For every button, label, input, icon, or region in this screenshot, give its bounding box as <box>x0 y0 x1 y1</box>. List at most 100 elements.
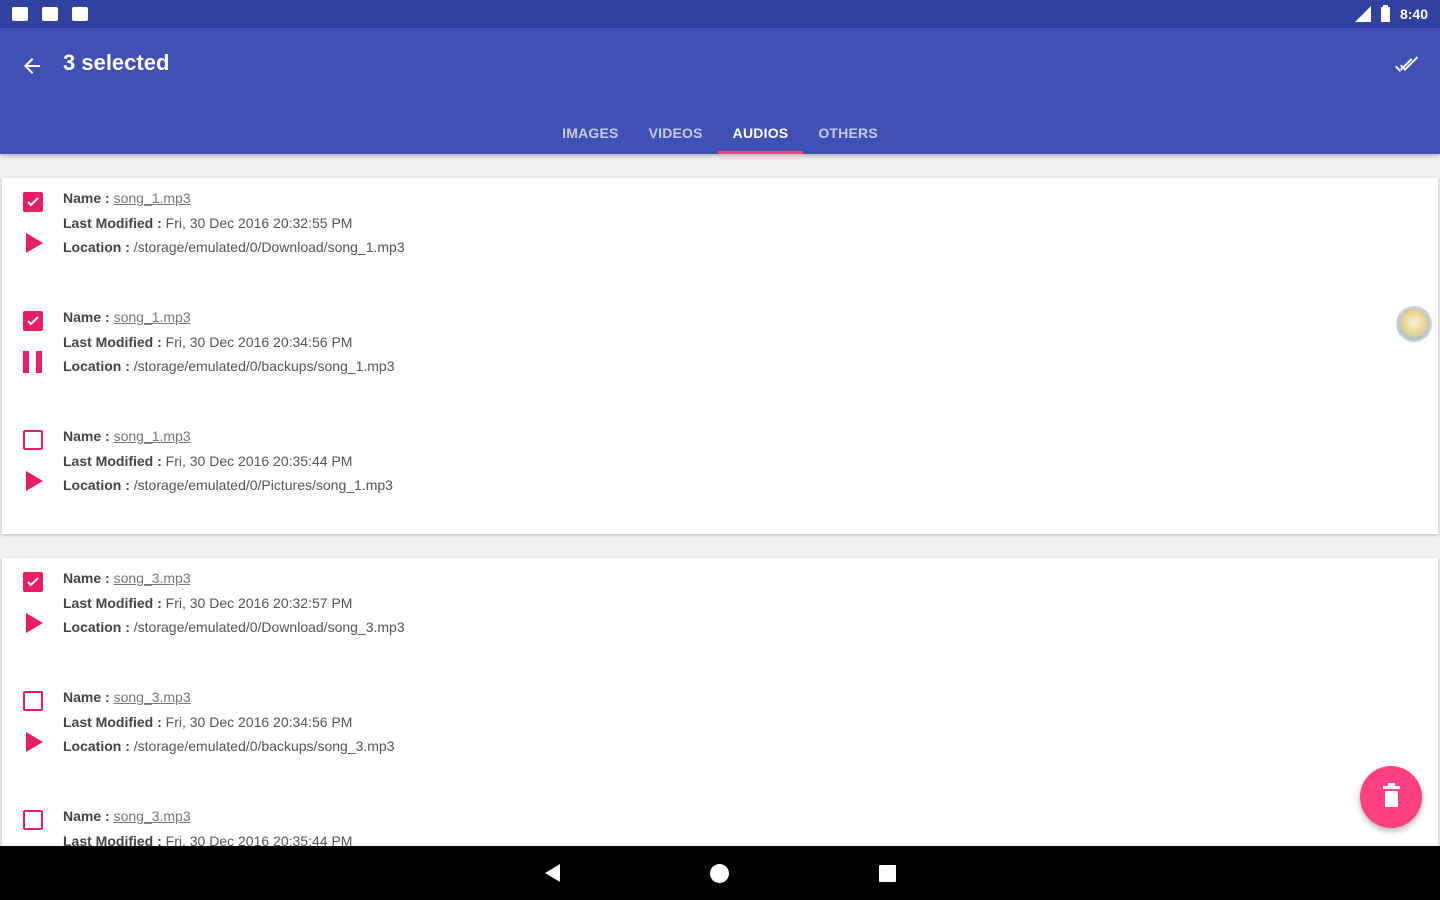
tab-images[interactable]: IMAGES <box>547 112 633 154</box>
file-name-label: Name : <box>63 190 110 206</box>
check-icon <box>27 577 39 587</box>
file-last-modified-line: Last Modified : Fri, 30 Dec 2016 20:32:5… <box>63 211 405 236</box>
navigation-bar <box>0 846 1440 900</box>
file-last-modified-value: Fri, 30 Dec 2016 20:34:56 PM <box>165 333 353 350</box>
file-name-value[interactable]: song_1.mp3 <box>114 190 191 206</box>
list-item[interactable]: Name : song_1.mp3 Last Modified : Fri, 30… <box>2 416 1438 535</box>
file-location-line: Location : /storage/emulated/0/Pictures/… <box>63 473 393 498</box>
play-icon[interactable] <box>26 471 43 491</box>
file-location-line: Location : /storage/emulated/0/backups/s… <box>63 734 395 759</box>
file-last-modified-value: Fri, 30 Dec 2016 20:32:57 PM <box>165 594 353 611</box>
album-art-thumbnail[interactable] <box>1396 306 1432 342</box>
play-icon[interactable] <box>26 732 43 752</box>
delete-icon <box>1382 783 1400 807</box>
checkbox-unchecked[interactable] <box>23 810 43 830</box>
status-bar: 8:40 <box>0 0 1440 28</box>
file-name-line: Name : song_1.mp3 <box>63 305 395 330</box>
play-icon[interactable] <box>26 613 43 633</box>
nav-home-icon[interactable] <box>709 863 729 883</box>
file-location-label: Location : <box>63 738 130 754</box>
file-location-value: /storage/emulated/0/Download/song_3.mp3 <box>133 619 405 635</box>
status-right: 8:40 <box>1354 4 1428 22</box>
checkbox-checked[interactable] <box>23 311 43 331</box>
file-location-value: /storage/emulated/0/backups/song_3.mp3 <box>133 738 395 754</box>
tab-others[interactable]: OTHERS <box>803 112 893 154</box>
select-all-icon <box>1395 56 1419 72</box>
check-icon <box>27 316 39 326</box>
checkbox-checked[interactable] <box>23 572 43 592</box>
file-name-line: Name : song_1.mp3 <box>63 424 393 449</box>
file-location-label: Location : <box>63 477 130 493</box>
file-name-label: Name : <box>63 689 110 705</box>
file-last-modified-value: Fri, 30 Dec 2016 20:32:55 PM <box>165 214 353 231</box>
select-all-button[interactable] <box>1390 48 1426 84</box>
file-location-value: /storage/emulated/0/Download/song_1.mp3 <box>133 239 405 255</box>
group-card: Name : song_3.mp3 Last Modified : Fri, 30… <box>2 558 1438 846</box>
file-info: Name : song_3.mp3 Last Modified : Fri, 30… <box>63 804 352 846</box>
file-name-label: Name : <box>63 428 110 444</box>
group-card: Name : song_1.mp3 Last Modified : Fri, 30… <box>2 178 1438 534</box>
file-last-modified-label: Last Modified : <box>63 713 162 730</box>
file-last-modified-value: Fri, 30 Dec 2016 20:35:44 PM <box>165 452 353 469</box>
nav-recents-icon[interactable] <box>878 864 896 882</box>
battery-icon <box>1380 4 1390 22</box>
file-last-modified-line: Last Modified : Fri, 30 Dec 2016 20:34:5… <box>63 710 395 735</box>
file-name-value[interactable]: song_3.mp3 <box>114 689 191 705</box>
file-location-label: Location : <box>63 358 130 374</box>
pause-icon[interactable] <box>23 351 42 373</box>
notification-icon <box>12 7 28 21</box>
file-info: Name : song_1.mp3 Last Modified : Fri, 30… <box>63 305 395 379</box>
list-item[interactable]: Name : song_3.mp3 Last Modified : Fri, 30… <box>2 796 1438 846</box>
play-icon[interactable] <box>26 233 43 253</box>
file-last-modified-line: Last Modified : Fri, 30 Dec 2016 20:32:5… <box>63 591 405 616</box>
file-info: Name : song_3.mp3 Last Modified : Fri, 30… <box>63 566 405 640</box>
file-name-label: Name : <box>63 309 110 325</box>
arrow-back-icon <box>24 58 40 74</box>
file-name-value[interactable]: song_3.mp3 <box>114 808 191 824</box>
file-last-modified-line: Last Modified : Fri, 30 Dec 2016 20:35:4… <box>63 829 352 847</box>
download-icon <box>72 7 88 21</box>
app-bar: 3 selected IMAGES VIDEOS AUDIOS OTHERS <box>0 28 1440 154</box>
file-last-modified-line: Last Modified : Fri, 30 Dec 2016 20:35:4… <box>63 449 393 474</box>
tab-bar: IMAGES VIDEOS AUDIOS OTHERS <box>0 112 1440 154</box>
file-name-label: Name : <box>63 570 110 586</box>
file-name-line: Name : song_3.mp3 <box>63 804 352 829</box>
file-info: Name : song_3.mp3 Last Modified : Fri, 30… <box>63 685 395 759</box>
file-last-modified-label: Last Modified : <box>63 594 162 611</box>
signal-icon <box>1354 6 1371 22</box>
tab-audios[interactable]: AUDIOS <box>717 112 804 154</box>
nav-back-icon[interactable] <box>544 864 560 882</box>
tab-videos[interactable]: VIDEOS <box>634 112 718 154</box>
checkbox-unchecked[interactable] <box>23 430 43 450</box>
list-item[interactable]: Name : song_1.mp3 Last Modified : Fri, 30… <box>2 178 1438 297</box>
page-title: 3 selected <box>63 50 170 75</box>
file-location-value: /storage/emulated/0/backups/song_1.mp3 <box>133 358 395 374</box>
back-button[interactable] <box>14 48 50 84</box>
file-location-line: Location : /storage/emulated/0/backups/s… <box>63 354 395 379</box>
file-name-value[interactable]: song_1.mp3 <box>114 428 191 444</box>
file-last-modified-line: Last Modified : Fri, 30 Dec 2016 20:34:5… <box>63 330 395 355</box>
file-name-value[interactable]: song_3.mp3 <box>114 570 191 586</box>
file-list: Name : song_1.mp3 Last Modified : Fri, 30… <box>0 154 1440 846</box>
checkbox-checked[interactable] <box>23 192 43 212</box>
file-last-modified-label: Last Modified : <box>63 832 162 847</box>
file-location-value: /storage/emulated/0/Pictures/song_1.mp3 <box>133 477 393 493</box>
checkbox-unchecked[interactable] <box>23 691 43 711</box>
list-item[interactable]: Name : song_3.mp3 Last Modified : Fri, 30… <box>2 677 1438 796</box>
file-last-modified-label: Last Modified : <box>63 333 162 350</box>
sd-card-icon <box>42 7 58 21</box>
file-location-label: Location : <box>63 239 130 255</box>
file-location-label: Location : <box>63 619 130 635</box>
file-location-line: Location : /storage/emulated/0/Download/… <box>63 235 405 260</box>
list-item[interactable]: Name : song_1.mp3 Last Modified : Fri, 30… <box>2 297 1438 416</box>
status-left-icons <box>12 7 88 21</box>
file-location-line: Location : /storage/emulated/0/Download/… <box>63 615 405 640</box>
file-last-modified-value: Fri, 30 Dec 2016 20:35:44 PM <box>165 832 353 847</box>
list-item[interactable]: Name : song_3.mp3 Last Modified : Fri, 30… <box>2 558 1438 677</box>
file-last-modified-label: Last Modified : <box>63 214 162 231</box>
delete-fab-button[interactable] <box>1360 766 1422 828</box>
file-last-modified-label: Last Modified : <box>63 452 162 469</box>
file-name-line: Name : song_1.mp3 <box>63 186 405 211</box>
file-name-value[interactable]: song_1.mp3 <box>114 309 191 325</box>
file-name-label: Name : <box>63 808 110 824</box>
